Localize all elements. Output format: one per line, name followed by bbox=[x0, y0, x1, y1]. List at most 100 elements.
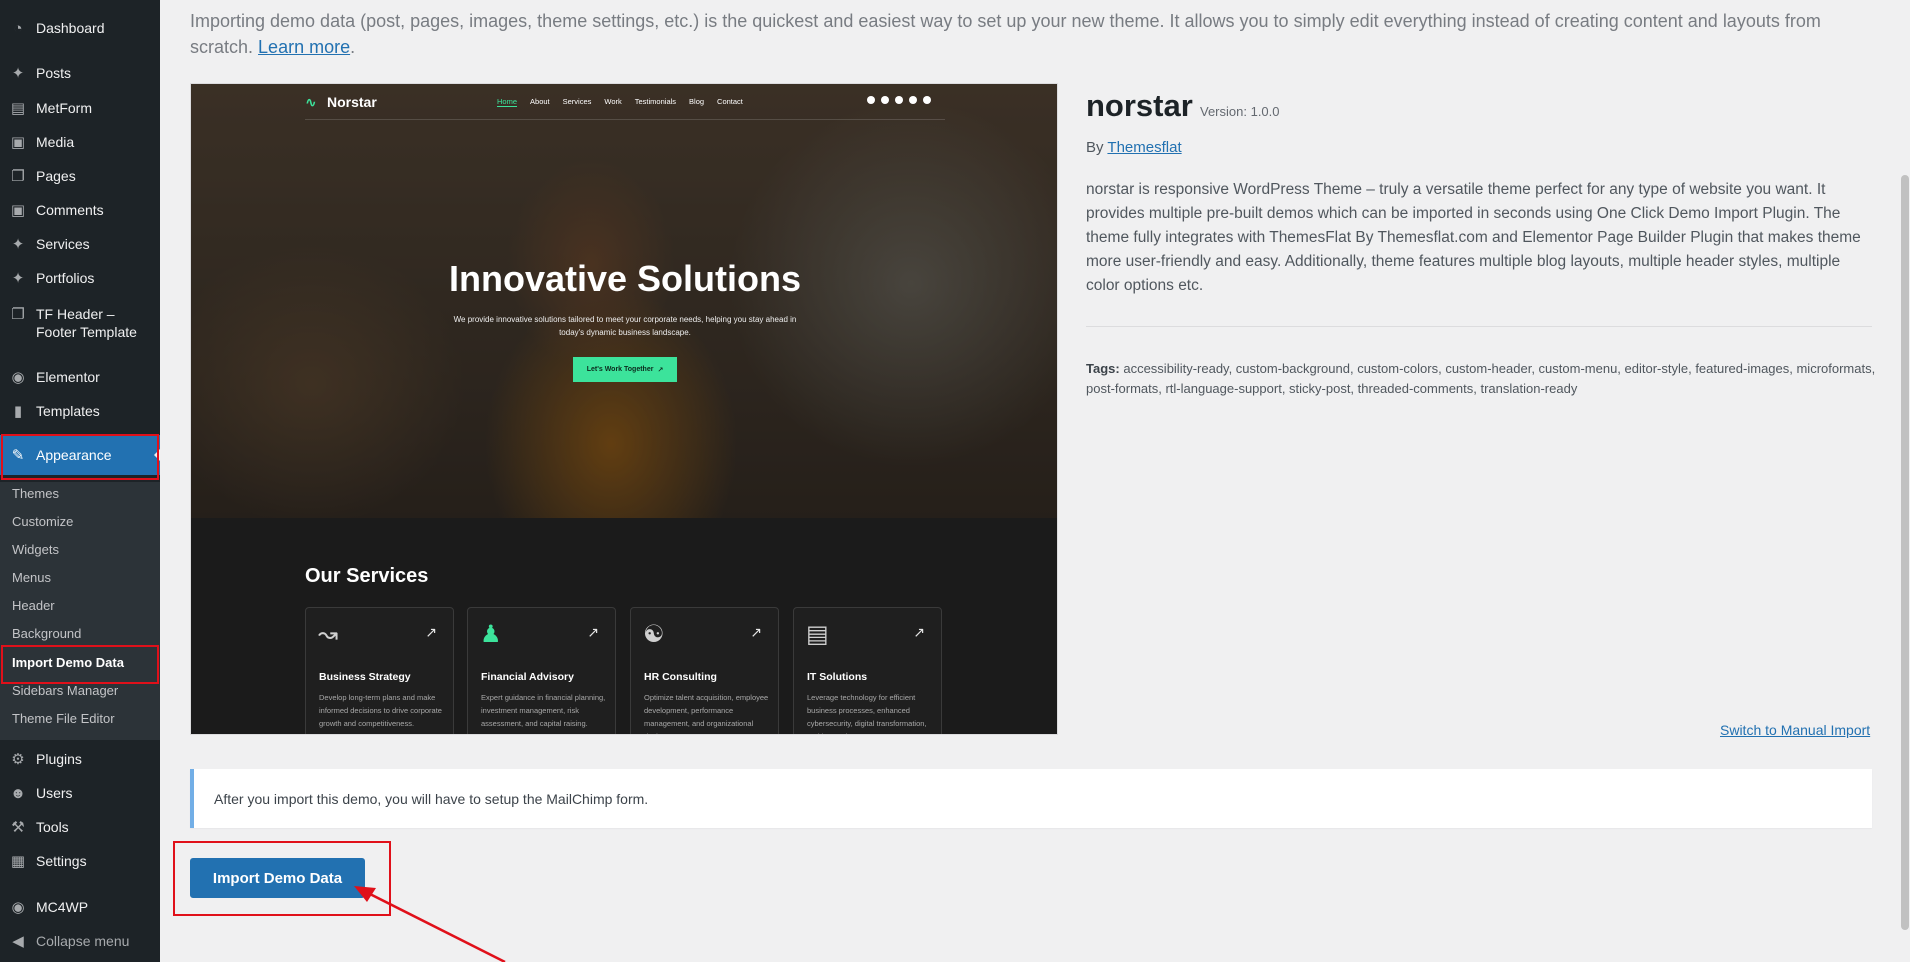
submenu-menus[interactable]: Menus bbox=[12, 570, 51, 586]
preview-social-icons bbox=[867, 96, 931, 104]
theme-name: norstar bbox=[1086, 88, 1193, 123]
brush-icon: ✎ bbox=[11, 446, 25, 464]
collapse-icon: ◀ bbox=[12, 932, 24, 950]
submenu-themes[interactable]: Themes bbox=[12, 486, 59, 502]
preview-headline: Innovative Solutions bbox=[448, 258, 802, 299]
menu-appearance[interactable]: ✎ Appearance bbox=[0, 435, 160, 475]
menu-collapse[interactable]: ◀ Collapse menu bbox=[0, 931, 160, 951]
preview-nav-item: Work bbox=[604, 97, 622, 106]
arrow-up-right-icon: ↗ bbox=[657, 366, 664, 374]
appearance-submenu: Themes Customize Widgets Menus Header Ba… bbox=[0, 482, 160, 740]
menu-pages[interactable]: ❐ Pages bbox=[0, 166, 160, 186]
pages-icon: ❐ bbox=[11, 167, 25, 185]
preview-hero: ∿ Norstar Home About Services Work Testi… bbox=[191, 84, 1057, 518]
settings-icon: ▦ bbox=[10, 852, 26, 870]
submenu-widgets[interactable]: Widgets bbox=[12, 542, 59, 558]
current-menu-arrow bbox=[154, 449, 160, 461]
facebook-icon bbox=[867, 96, 875, 104]
elementor-icon: ◉ bbox=[11, 368, 25, 386]
menu-metform[interactable]: ▤ MetForm bbox=[0, 98, 160, 118]
theme-author-link[interactable]: Themesflat bbox=[1107, 139, 1181, 156]
menu-portfolios[interactable]: ✦ Portfolios bbox=[0, 268, 160, 288]
submenu-background[interactable]: Background bbox=[12, 626, 81, 642]
menu-services[interactable]: ✦ Services bbox=[0, 234, 160, 254]
dribbble-icon bbox=[895, 96, 903, 104]
annotation-arrow-line bbox=[363, 889, 506, 962]
preview-nav-item: Services bbox=[562, 97, 592, 106]
menu-media[interactable]: ▣ Media bbox=[0, 132, 160, 152]
theme-author: By Themesflat bbox=[1086, 139, 1182, 156]
preview-service-card: ☯ ↗ HR Consulting Optimize talent acquis… bbox=[630, 607, 779, 734]
user-icon: ☻ bbox=[10, 784, 26, 802]
chart-growth-icon: ↝ bbox=[318, 621, 339, 648]
menu-tools[interactable]: ⚒ Tools bbox=[0, 817, 160, 837]
learn-more-link[interactable]: Learn more bbox=[258, 37, 350, 57]
menu-elementor[interactable]: ◉ Elementor bbox=[0, 367, 160, 387]
submenu-theme-file-editor[interactable]: Theme File Editor bbox=[12, 711, 115, 727]
preview-nav-item: Testimonials bbox=[634, 97, 677, 106]
advisor-icon: ♟ bbox=[480, 621, 502, 648]
notice-text: After you import this demo, you will hav… bbox=[214, 790, 649, 807]
pages-icon: ❐ bbox=[11, 305, 25, 323]
pin-icon: ✦ bbox=[11, 269, 25, 287]
menu-settings[interactable]: ▦ Settings bbox=[0, 851, 160, 871]
wrench-icon: ⚒ bbox=[11, 818, 25, 836]
arrow-up-right-icon: ↗ bbox=[587, 624, 599, 640]
theme-version: Version: 1.0.0 bbox=[1200, 104, 1280, 119]
arrow-up-right-icon: ↗ bbox=[913, 624, 925, 640]
folder-icon: ▮ bbox=[13, 402, 23, 420]
submenu-header[interactable]: Header bbox=[12, 598, 55, 614]
theme-tags: Tags: accessibility-ready, custom-backgr… bbox=[1086, 361, 1876, 396]
menu-mc4wp[interactable]: ◉ MC4WP bbox=[0, 897, 160, 917]
menu-comments[interactable]: ▣ Comments bbox=[0, 200, 160, 220]
form-icon: ▤ bbox=[10, 99, 26, 117]
annotation-arrow bbox=[354, 886, 506, 962]
menu-dashboard[interactable]: ◔ Dashboard bbox=[0, 18, 160, 38]
info-notice: After you import this demo, you will hav… bbox=[190, 769, 1872, 828]
scrollbar-thumb[interactable] bbox=[1901, 175, 1909, 930]
preview-services-title: Our Services bbox=[305, 565, 429, 587]
submenu-customize[interactable]: Customize bbox=[12, 514, 73, 530]
preview-nav-item: About bbox=[530, 97, 550, 106]
norstar-logo-icon: ∿ bbox=[305, 94, 317, 110]
menu-templates[interactable]: ▮ Templates bbox=[0, 401, 160, 421]
theme-preview-image: ∿ Norstar Home About Services Work Testi… bbox=[190, 83, 1058, 735]
preview-nav-item: Blog bbox=[689, 97, 705, 106]
arrow-up-right-icon: ↗ bbox=[750, 624, 762, 640]
arrow-up-right-icon: ↗ bbox=[425, 624, 437, 640]
preview-nav-item: Contact bbox=[717, 97, 743, 106]
behance-icon bbox=[909, 96, 917, 104]
twitter-icon bbox=[881, 96, 889, 104]
pinterest-icon bbox=[923, 96, 931, 104]
preview-service-card: ▤ ↗ IT Solutions Leverage technology for… bbox=[793, 607, 942, 734]
preview-header-divider bbox=[305, 119, 945, 120]
preview-service-card: ♟ ↗ Financial Advisory Expert guidance i… bbox=[467, 607, 616, 734]
preview-nav-item: Home bbox=[497, 97, 518, 107]
menu-users[interactable]: ☻ Users bbox=[0, 783, 160, 803]
pin-icon: ✦ bbox=[11, 64, 25, 82]
preview-service-card: ↝ ↗ Business Strategy Develop long-term … bbox=[305, 607, 454, 734]
menu-tf-header-footer[interactable]: ❐ TF Header – Footer Template bbox=[0, 304, 160, 341]
theme-description: norstar is responsive WordPress Theme – … bbox=[1086, 181, 1861, 294]
preview-nav: Home About Services Work Testimonials Bl… bbox=[497, 97, 743, 107]
menu-posts[interactable]: ✦ Posts bbox=[0, 63, 160, 83]
plugin-icon: ⚙ bbox=[11, 750, 25, 768]
submenu-sidebars-manager[interactable]: Sidebars Manager bbox=[12, 683, 118, 699]
pin-icon: ✦ bbox=[11, 235, 25, 253]
hr-person-icon: ☯ bbox=[643, 621, 665, 648]
switch-to-manual-import-link[interactable]: Switch to Manual Import bbox=[1720, 722, 1870, 738]
media-icon: ▣ bbox=[10, 133, 26, 151]
submenu-import-demo-data[interactable]: Import Demo Data bbox=[12, 655, 124, 671]
page-scrollbar[interactable] bbox=[1900, 0, 1910, 962]
intro-text: Importing demo data (post, pages, images… bbox=[190, 11, 1821, 57]
import-demo-data-button[interactable]: Import Demo Data bbox=[190, 858, 365, 898]
divider bbox=[1086, 326, 1872, 327]
admin-sidebar: ◔ Dashboard ✦ Posts ▤ MetForm ▣ Media ❐ … bbox=[0, 0, 160, 962]
mc4wp-icon: ◉ bbox=[11, 898, 25, 916]
dashboard-icon: ◔ bbox=[13, 19, 23, 37]
computer-icon: ▤ bbox=[806, 621, 829, 648]
comments-icon: ▣ bbox=[10, 201, 26, 219]
preview-cta-button: Let's Work Together ↗ bbox=[573, 357, 677, 382]
menu-plugins[interactable]: ⚙ Plugins bbox=[0, 749, 160, 769]
preview-subtext: We provide innovative solutions tailored… bbox=[453, 315, 797, 337]
